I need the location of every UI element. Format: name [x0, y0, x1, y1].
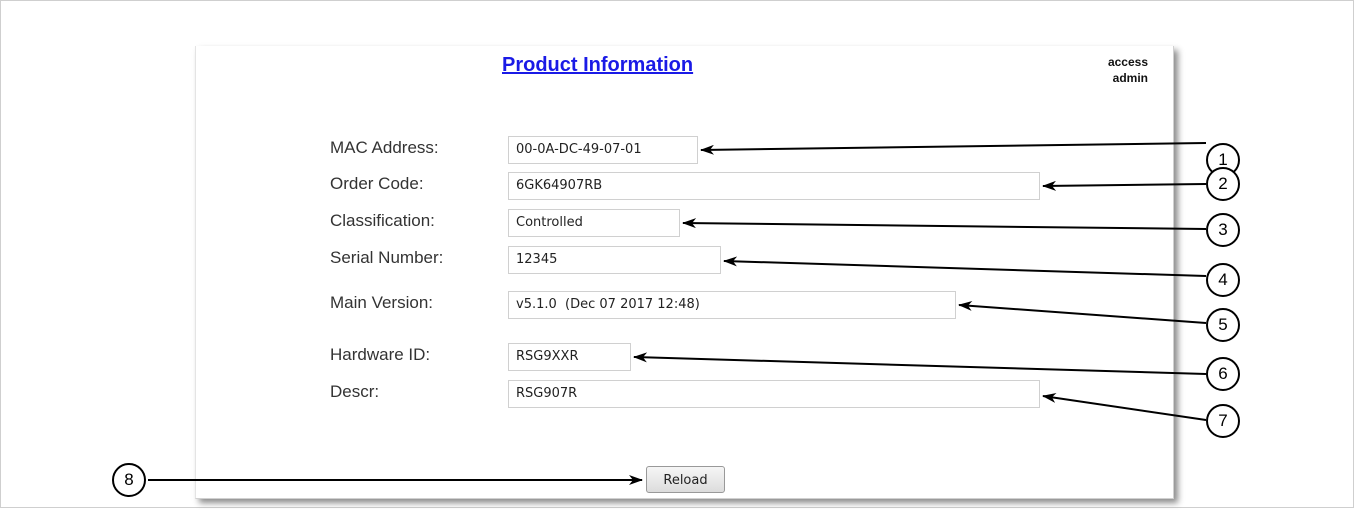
- callout-8: 8: [112, 463, 146, 497]
- callout-arrows: [148, 142, 1207, 485]
- callout-5: 5: [1206, 308, 1240, 342]
- callout-arrow-1: [700, 142, 1207, 155]
- callout-7: 7: [1206, 404, 1240, 438]
- callout-3: 3: [1206, 213, 1240, 247]
- callout-6: 6: [1206, 357, 1240, 391]
- callout-arrow-5: [958, 300, 1207, 324]
- callout-arrow-4: [723, 256, 1207, 277]
- callout-arrow-6: [633, 352, 1207, 375]
- callout-arrow-2: [1042, 180, 1207, 191]
- callout-arrow-7: [1042, 392, 1207, 421]
- callout-4: 4: [1206, 263, 1240, 297]
- callout-arrow-3: [682, 218, 1207, 230]
- callout-2: 2: [1206, 167, 1240, 201]
